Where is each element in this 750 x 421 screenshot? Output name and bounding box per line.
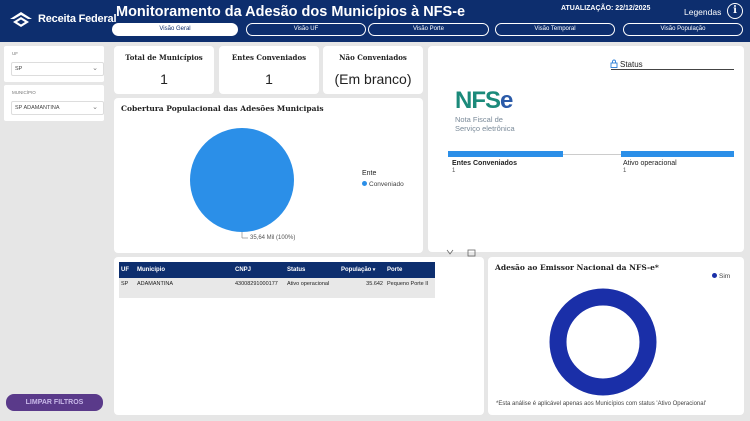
pie-legend-item[interactable]: Conveniado — [362, 181, 404, 188]
col-status[interactable]: Status — [285, 262, 339, 278]
cell-cnpj: 43008291000177 — [233, 278, 285, 298]
col-porte[interactable]: Porte — [385, 262, 435, 278]
col-municipio[interactable]: Município — [135, 262, 233, 278]
uf-select[interactable]: SP ⌄ — [11, 62, 104, 76]
kpi-value: (Em branco) — [334, 71, 412, 87]
sort-desc-icon: ▾ — [371, 267, 376, 273]
municipio-filter-card: MUNICÍPIO SP ADAMANTINA ⌄ — [4, 85, 104, 121]
kpi-nao-conveniados: Não Conveniados (Em branco) — [323, 46, 423, 94]
bar-right-value: 1 — [623, 168, 627, 174]
municipio-select-value: SP ADAMANTINA — [15, 105, 60, 111]
bar-ativo-operacional[interactable] — [621, 151, 734, 157]
uf-label: UF — [12, 51, 18, 56]
nfse-status-card — [428, 46, 744, 252]
status-filter-label[interactable]: Status — [620, 60, 643, 69]
col-cnpj[interactable]: CNPJ — [233, 262, 285, 278]
col-uf[interactable]: UF — [119, 262, 135, 278]
bar-entes-conveniados[interactable] — [448, 151, 563, 157]
bar-left-label: Entes Conveniados — [452, 160, 517, 167]
cell-status: Ativo operacional — [285, 278, 339, 298]
table-header-row: UF Município CNPJ Status População ▾ Por… — [119, 262, 435, 278]
status-filter-underline — [611, 69, 734, 70]
coverage-pie-chart — [190, 128, 294, 239]
donut-legend-item[interactable]: Sim — [712, 273, 730, 280]
tab-visao-temporal[interactable]: Visão Temporal — [495, 23, 615, 36]
coverage-title: Cobertura Populacional das Adesões Munic… — [121, 104, 324, 113]
donut-segment-sim[interactable] — [549, 288, 657, 396]
tab-visao-populacao[interactable]: Visão População — [623, 23, 743, 36]
cell-municipio: ADAMANTINA — [135, 278, 233, 298]
legend-dot-icon — [712, 273, 717, 278]
tab-visao-geral[interactable]: Visão Geral — [112, 23, 238, 36]
page-title: Monitoramento da Adesão dos Municípios à… — [116, 4, 466, 20]
cell-uf: SP — [119, 278, 135, 298]
legend-dot-icon — [362, 181, 367, 186]
focus-mode-icon[interactable] — [467, 249, 476, 257]
clear-filters-button[interactable]: LIMPAR FILTROS — [6, 394, 103, 411]
emissor-donut-chart — [549, 288, 657, 396]
tab-visao-porte[interactable]: Visão Porte — [368, 23, 489, 36]
filters-panel: UF SP ⌄ MUNICÍPIO SP ADAMANTINA ⌄ — [0, 42, 108, 421]
pie-legend-title: Ente — [362, 170, 377, 177]
bar-connector — [563, 154, 621, 155]
legend-label: Sim — [719, 273, 731, 280]
filter-icon[interactable] — [446, 249, 454, 255]
update-date: ATUALIZAÇÃO: 22/12/2025 — [561, 5, 651, 12]
kpi-entes-conveniados: Entes Conveniados 1 — [219, 46, 319, 94]
header-bar: Receita Federal Monitoramento da Adesão … — [0, 0, 750, 42]
receita-federal-logo: Receita Federal — [8, 9, 117, 29]
kpi-value: 1 — [265, 71, 273, 87]
col-populacao-label: População — [341, 267, 372, 273]
municipios-table: UF Município CNPJ Status População ▾ Por… — [119, 262, 435, 298]
kpi-value: 1 — [160, 71, 168, 87]
nfse-logo-line2: Serviço eletrônica — [455, 124, 515, 133]
municipio-select[interactable]: SP ADAMANTINA ⌄ — [11, 101, 104, 115]
municipio-label: MUNICÍPIO — [12, 90, 36, 95]
visual-header-icons — [446, 249, 476, 257]
kpi-title: Não Conveniados — [339, 53, 407, 62]
bar-left-value: 1 — [452, 168, 456, 174]
kpi-total-municipios: Total de Municípios 1 — [114, 46, 214, 94]
nfse-logo: NFSe Nota Fiscal de Serviço eletrônica — [455, 87, 515, 133]
chevron-down-icon: ⌄ — [92, 104, 98, 111]
pie-slice-label: 35,64 Mil (100%) — [250, 235, 296, 241]
nfse-logo-line1: Nota Fiscal de — [455, 115, 503, 124]
receita-logo-icon — [10, 12, 32, 27]
nfse-logo-word: NFSe — [455, 87, 513, 114]
lock-icon — [610, 59, 618, 68]
legend-label: Conveniado — [369, 181, 404, 188]
cell-porte: Pequeno Porte II — [385, 278, 435, 298]
emissor-title: Adesão ao Emissor Nacional da NFS-e* — [495, 263, 659, 272]
logo-text: Receita Federal — [38, 13, 117, 25]
info-icon[interactable]: i — [727, 3, 743, 19]
pie-slice-conveniado[interactable] — [190, 128, 294, 232]
table-row[interactable]: SP ADAMANTINA 43008291000177 Ativo opera… — [119, 278, 435, 298]
bar-right-label: Ativo operacional — [623, 160, 677, 167]
tab-visao-uf[interactable]: Visão UF — [246, 23, 366, 36]
emissor-footnote: *Esta análise é aplicável apenas aos Mun… — [496, 401, 707, 407]
kpi-title: Entes Conveniados — [231, 53, 307, 62]
cell-populacao: 35.642 — [339, 278, 385, 298]
kpi-title: Total de Municípios — [125, 53, 203, 62]
legends-link[interactable]: Legendas — [684, 7, 721, 17]
chevron-down-icon: ⌄ — [92, 65, 98, 72]
col-populacao[interactable]: População ▾ — [339, 262, 385, 278]
uf-select-value: SP — [15, 66, 23, 72]
uf-filter-card: UF SP ⌄ — [4, 46, 104, 82]
